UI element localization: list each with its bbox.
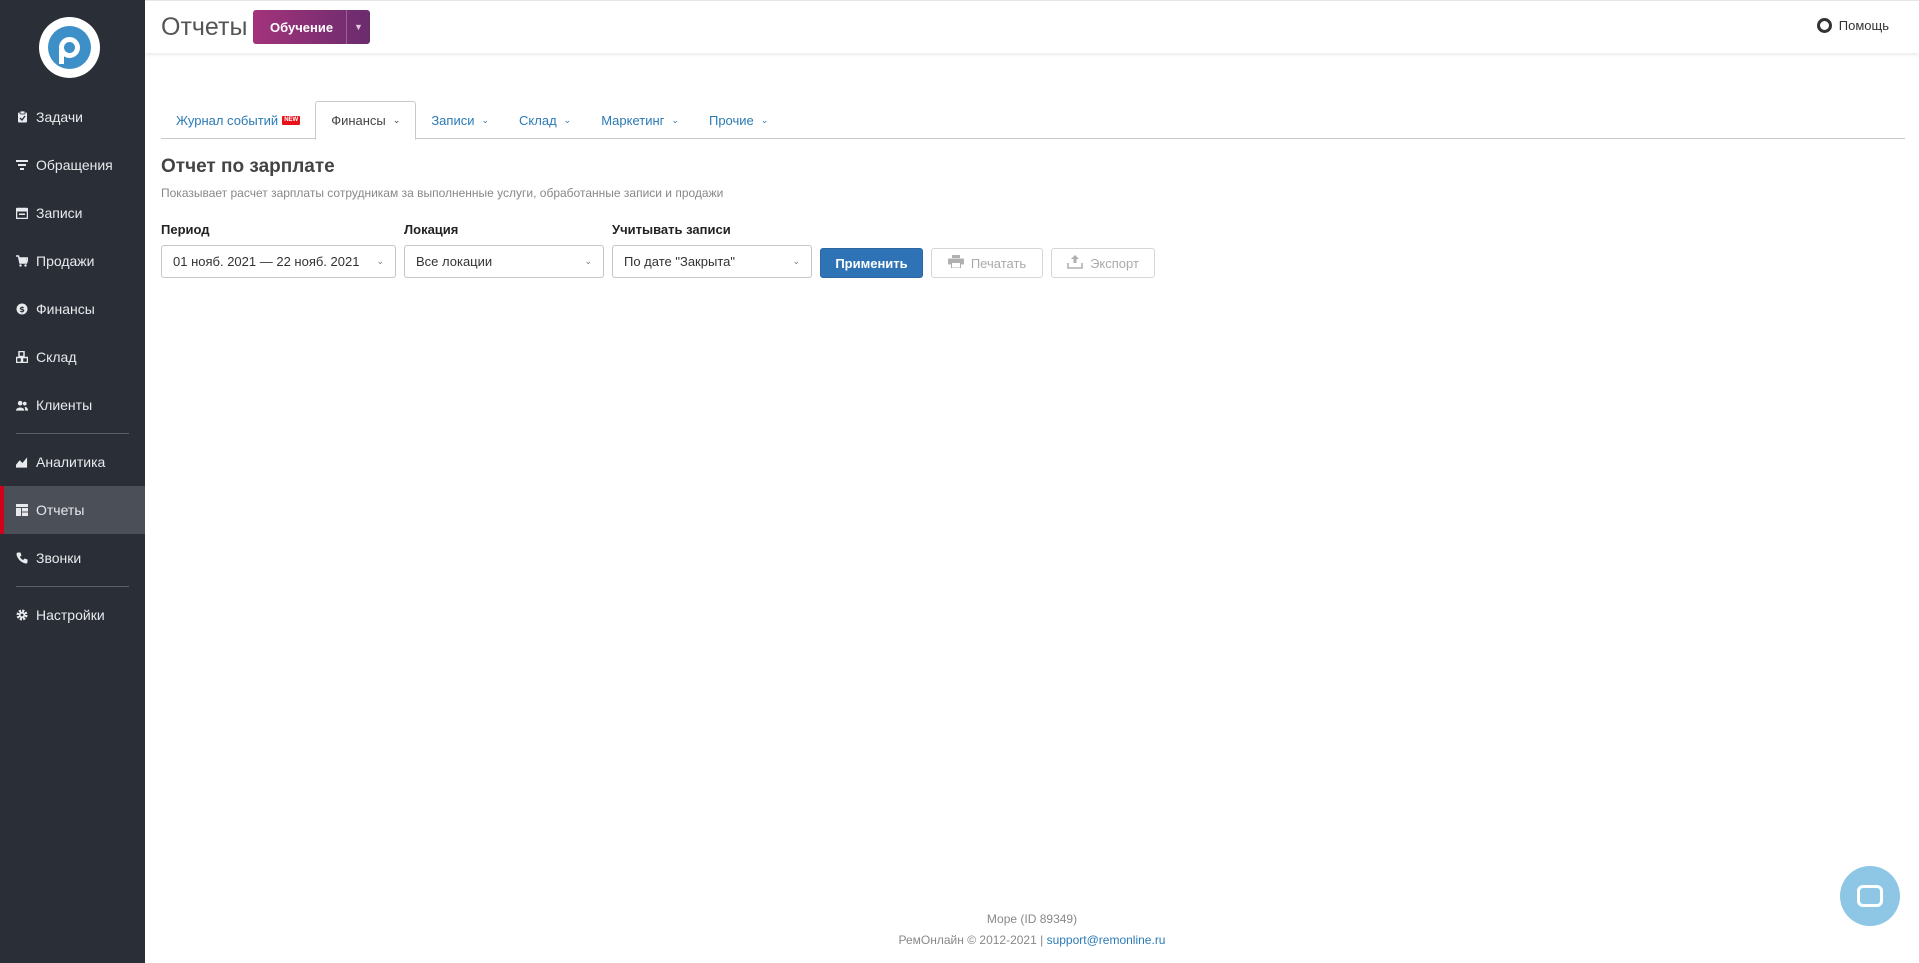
tab-finance[interactable]: Финансы ⌄ — [315, 101, 417, 140]
sidebar-item-tasks[interactable]: Задачи — [0, 93, 145, 141]
apply-button[interactable]: Применить — [820, 248, 923, 278]
new-badge: NEW — [282, 115, 301, 125]
period-label: Период — [161, 222, 210, 237]
sidebar-item-clients[interactable]: Клиенты — [0, 381, 145, 429]
chevron-down-icon: ⌄ — [760, 114, 769, 125]
training-button[interactable]: Обучение ▼ — [253, 10, 370, 44]
tab-marketing[interactable]: Маркетинг ⌄ — [586, 101, 694, 139]
tab-other[interactable]: Прочие ⌄ — [694, 101, 783, 139]
period-value: 01 нояб. 2021 — 22 нояб. 2021 — [173, 254, 360, 269]
sidebar-item-label: Записи — [36, 205, 83, 221]
print-button[interactable]: Печатать — [931, 248, 1043, 278]
sidebar-item-requests[interactable]: Обращения — [0, 141, 145, 189]
chevron-down-icon[interactable]: ▼ — [346, 10, 370, 44]
chart-icon — [16, 456, 28, 468]
help-label: Помощь — [1838, 18, 1889, 33]
table-icon — [16, 504, 28, 516]
location-select[interactable]: Все локации ⌄ — [404, 245, 604, 278]
records-select[interactable]: По дате "Закрыта" ⌄ — [612, 245, 812, 278]
location-value: Все локации — [416, 254, 493, 269]
logo-p-icon — [59, 37, 80, 64]
records-value: По дате "Закрыта" — [624, 254, 735, 269]
sidebar-item-sales[interactable]: Продажи — [0, 237, 145, 285]
sidebar-item-calls[interactable]: Звонки — [0, 534, 145, 582]
report-description: Показывает расчет зарплаты сотрудникам з… — [161, 186, 724, 200]
footer-account: Море (ID 89349) — [986, 912, 1078, 926]
records-label: Учитывать записи — [612, 222, 731, 237]
tab-label: Журнал событий — [176, 112, 279, 128]
chat-icon — [1857, 885, 1883, 907]
sidebar-item-label: Продажи — [36, 253, 95, 269]
calendar-icon — [16, 207, 28, 219]
tab-label: Финансы — [331, 113, 386, 128]
chevron-down-icon: ⌄ — [563, 114, 572, 125]
report-tabs: Журнал событий NEW Финансы ⌄ Записи ⌄ Ск… — [161, 101, 1905, 140]
sidebar-item-reports[interactable]: Отчеты — [0, 486, 145, 534]
sidebar-item-records[interactable]: Записи — [0, 189, 145, 237]
sidebar-item-label: Склад — [36, 349, 77, 365]
sidebar-nav: Задачи Обращения Записи Продажи $ Финанс… — [0, 93, 145, 639]
report-title: Отчет по зарплате — [161, 156, 335, 177]
sidebar-item-settings[interactable]: Настройки — [0, 591, 145, 639]
sidebar-item-warehouse[interactable]: Склад — [0, 333, 145, 381]
sidebar-item-label: Аналитика — [36, 454, 106, 470]
sidebar: Задачи Обращения Записи Продажи $ Финанс… — [0, 0, 145, 963]
gear-icon — [16, 609, 28, 621]
phone-icon — [16, 552, 28, 564]
filter-icon — [16, 159, 28, 171]
tab-label: Записи — [431, 112, 475, 128]
top-bar: Отчеты Обучение ▼ Помощь — [145, 0, 1919, 53]
sidebar-item-label: Задачи — [36, 109, 84, 125]
sidebar-item-label: Отчеты — [36, 502, 85, 518]
coin-icon: $ — [16, 303, 28, 315]
sidebar-item-label: Финансы — [36, 301, 95, 317]
tab-records[interactable]: Записи ⌄ — [416, 101, 504, 139]
chevron-down-icon: ⌄ — [584, 256, 592, 266]
sidebar-item-finance[interactable]: $ Финансы — [0, 285, 145, 333]
lifebuoy-icon — [1816, 18, 1832, 33]
printer-icon — [947, 255, 964, 271]
export-button[interactable]: Экспорт — [1051, 248, 1155, 278]
tab-label: Прочие — [708, 112, 754, 128]
chevron-down-icon: ⌄ — [392, 115, 401, 125]
tab-event-log[interactable]: Журнал событий NEW — [161, 101, 315, 139]
chevron-down-icon: ⌄ — [671, 114, 679, 125]
tab-warehouse[interactable]: Склад ⌄ — [504, 101, 586, 139]
sidebar-item-label: Настройки — [36, 607, 105, 623]
support-email-link[interactable]: support@remonline.ru — [1047, 933, 1166, 947]
sidebar-item-analytics[interactable]: Аналитика — [0, 438, 145, 486]
copyright-text: РемОнлайн © 2012-2021 | — [898, 933, 1044, 947]
logo[interactable] — [39, 17, 100, 78]
chevron-down-icon: ⌄ — [376, 256, 384, 266]
help-link[interactable]: Помощь — [1816, 18, 1889, 33]
tab-label: Маркетинг — [601, 112, 665, 128]
sidebar-divider — [16, 433, 129, 434]
footer-copyright: РемОнлайн © 2012-2021 | support@remonlin… — [145, 933, 1919, 947]
boxes-icon — [16, 351, 28, 363]
chat-widget-button[interactable] — [1840, 866, 1900, 926]
cart-icon — [16, 255, 28, 267]
tab-label: Склад — [519, 112, 557, 128]
period-select[interactable]: 01 нояб. 2021 — 22 нояб. 2021 ⌄ — [161, 245, 396, 278]
page-title: Отчеты — [161, 13, 248, 41]
print-label: Печатать — [970, 255, 1027, 271]
clipboard-icon — [16, 111, 28, 123]
location-label: Локация — [404, 222, 459, 237]
logo-mark — [48, 26, 91, 69]
chevron-down-icon: ⌄ — [481, 114, 490, 125]
users-icon — [16, 399, 28, 411]
sidebar-divider — [16, 586, 129, 587]
sidebar-item-label: Звонки — [36, 550, 82, 566]
chevron-down-icon: ⌄ — [792, 256, 800, 266]
svg-text:$: $ — [19, 305, 25, 314]
export-label: Экспорт — [1090, 255, 1139, 271]
sidebar-item-label: Обращения — [36, 157, 113, 173]
training-button-label: Обучение — [270, 19, 334, 35]
upload-icon — [1067, 254, 1083, 272]
sidebar-item-label: Клиенты — [36, 397, 93, 413]
